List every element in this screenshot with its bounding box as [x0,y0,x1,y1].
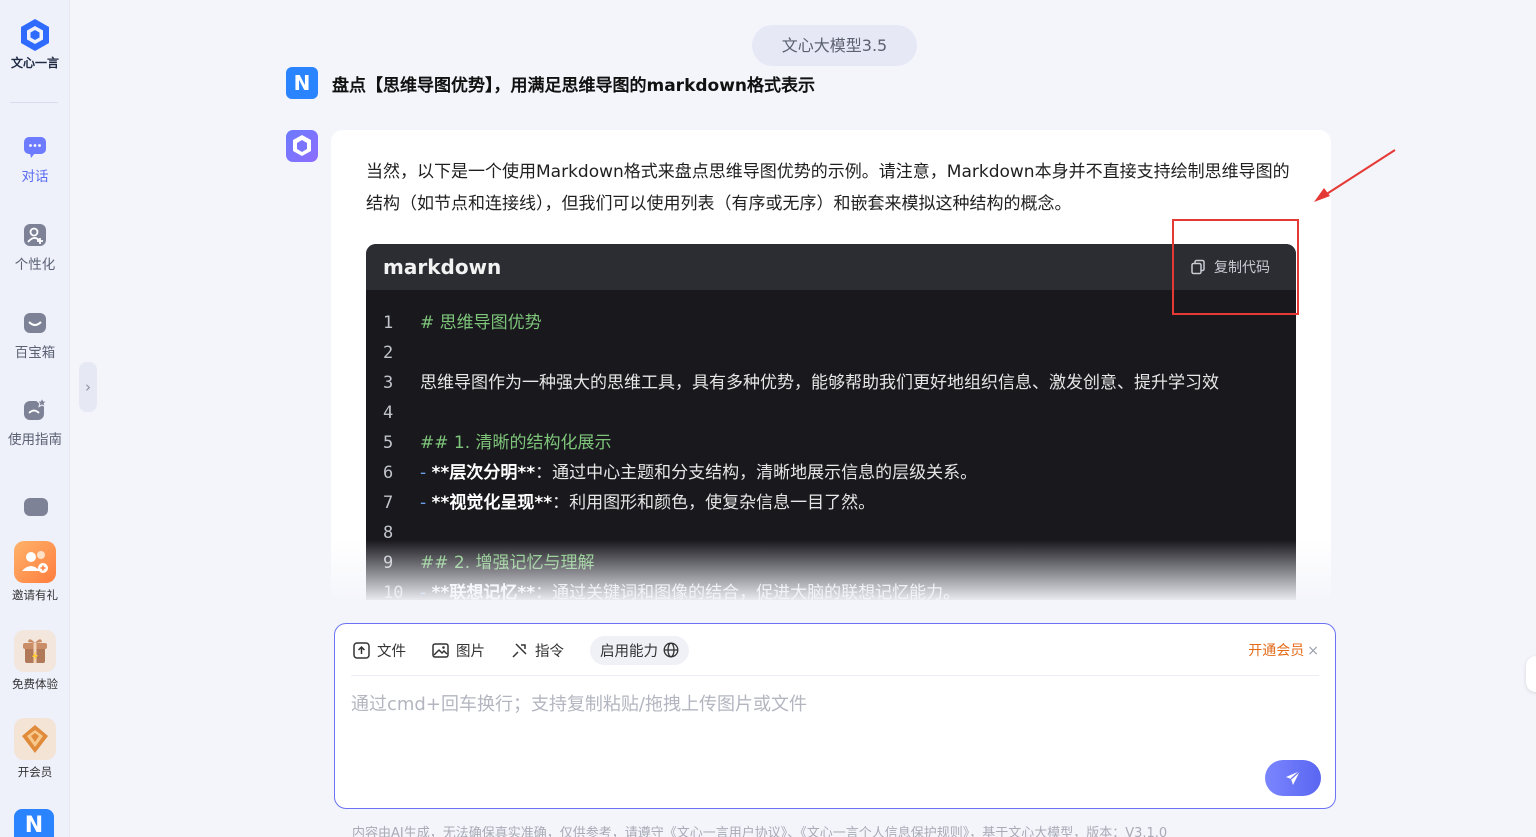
app-placeholder-icon [23,496,48,520]
code-list-dash: - [420,493,432,513]
annotation-highlight-box [1172,219,1299,315]
code-line-text: # 思维导图优势 [420,313,542,333]
image-icon [432,642,449,658]
guide-icon [23,396,48,422]
upload-image-button[interactable]: 图片 [432,640,485,661]
code-line-number: 3 [383,373,394,393]
logo-icon [19,18,51,52]
chat-input-box: 文件 图片 指令 启用能力 开通会员 × 通过cmd+回车换行；支持复制粘贴/拖… [334,623,1336,809]
code-line-text: 思维导图作为一种强大的思维工具，具有多种优势，能够帮助我们更好地组织信息、激发创… [420,373,1219,393]
code-line: 1 # 思维导图优势 [366,308,1296,338]
code-list-dash: - [420,463,432,483]
sidebar-item-toolbox[interactable]: 百宝箱 [0,311,70,361]
sidebar-item-label: 个性化 [14,257,56,273]
upload-file-icon [353,641,370,659]
sidebar-item-more[interactable] [0,496,70,520]
person-icon [23,223,47,247]
code-line-number: 1 [383,313,394,333]
scroll-handle[interactable] [1526,656,1536,692]
code-bold-term: **层次分明** [431,463,536,483]
sidebar-item-label: 对话 [21,169,49,185]
user-message: 盘点【思维导图优势】，用满足思维导图的markdown格式表示 [332,75,816,96]
footer-disclaimer: 内容由AI生成，无法确保真实准确，仅供参考，请遵守《文心一言用户协议》、《文心一… [352,826,1168,837]
app-logo[interactable]: 文心一言 [0,18,70,71]
code-line-text: - **视觉化呈现**：利用图形和颜色，使复杂信息一目了然。 [420,488,875,518]
send-button[interactable] [1265,760,1321,796]
assistant-answer-text: 当然，以下是一个使用Markdown格式来盘点思维导图优势的示例。请注意，Mar… [366,162,1290,214]
code-line-number: 6 [383,463,394,483]
command-icon [512,642,527,658]
promo-label: 免费体验 [12,677,58,691]
chat-icon [23,135,47,159]
sidebar-divider [10,102,58,103]
tool-label: 图片 [456,643,485,660]
vip-diamond-icon [14,718,56,760]
code-line-text: ## 1. 清晰的结构化展示 [420,433,612,453]
sidebar-item-chat[interactable]: 对话 [0,135,70,185]
tool-label: 指令 [535,643,564,660]
sidebar: 文心一言 对话 个性化 百宝箱 使用指南 邀请有礼 免费体验 开会员 N [0,0,70,837]
code-line-rest: ：利用图形和颜色，使复杂信息一目了然。 [552,493,876,513]
upload-file-button[interactable]: 文件 [353,640,406,661]
sidebar-collapse-toggle[interactable]: › [79,362,97,412]
code-line: 6 - **层次分明**：通过中心主题和分支结构，清晰地展示信息的层级关系。 [366,458,1296,488]
user-message-row: N 盘点【思维导图优势】，用满足思维导图的markdown格式表示 [286,67,816,99]
code-line-number: 5 [383,433,394,453]
code-line-number: 4 [383,403,394,423]
assistant-avatar-icon [286,130,318,162]
sidebar-item-label: 使用指南 [8,432,62,448]
logo-text: 文心一言 [10,56,59,70]
gift-icon [14,630,56,672]
invite-icon [14,541,56,583]
model-selector[interactable]: 文心大模型3.5 [752,25,917,66]
code-line: 3 思维导图作为一种强大的思维工具，具有多种优势，能够帮助我们更好地组织信息、激发… [366,368,1296,398]
assistant-answer-card: 当然，以下是一个使用Markdown格式来盘点思维导图优势的示例。请注意，Mar… [331,130,1331,600]
sidebar-item-guide[interactable]: 使用指南 [0,396,70,448]
vip-close-icon[interactable]: × [1307,643,1319,659]
user-avatar: N [286,67,318,99]
open-vip-link[interactable]: 开通会员 × [1248,640,1319,660]
code-line: 7 - **视觉化呈现**：利用图形和颜色，使复杂信息一目了然。 [366,488,1296,518]
code-block-header: markdown 复制代码 [366,244,1296,290]
promo-label: 开会员 [17,765,53,779]
sidebar-item-label: 百宝箱 [14,345,56,361]
enable-ability-button[interactable]: 启用能力 [590,635,689,665]
command-button[interactable]: 指令 [511,640,564,661]
code-line-text: - **层次分明**：通过中心主题和分支结构，清晰地展示信息的层级关系。 [420,458,977,488]
code-line: 4 [366,398,1296,428]
tool-label: 文件 [377,643,406,660]
code-line-number: 2 [383,343,394,363]
code-line-number: 7 [383,493,394,513]
globe-icon [663,642,679,658]
chat-input-placeholder[interactable]: 通过cmd+回车换行；支持复制粘贴/拖拽上传图片或文件 [351,690,807,716]
code-language-label: markdown [383,255,502,279]
user-avatar-badge[interactable]: N [14,809,54,837]
send-icon [1286,770,1301,785]
ability-label: 启用能力 [600,643,658,660]
input-toolbar: 文件 图片 指令 启用能力 [353,634,1317,666]
code-line: 2 [366,338,1296,368]
toolbox-icon [23,311,47,335]
code-line-rest: ：通过中心主题和分支结构，清晰地展示信息的层级关系。 [535,463,978,483]
toolbar-divider [351,675,1319,676]
code-line: 5 ## 1. 清晰的结构化展示 [366,428,1296,458]
sidebar-promo-invite[interactable]: 邀请有礼 [0,541,70,603]
scroll-fade-overlay [331,540,1331,600]
promo-label: 邀请有礼 [12,588,58,602]
annotation-arrow-icon [1314,149,1396,202]
vip-label: 开通会员 [1248,643,1305,659]
sidebar-promo-vip[interactable]: 开会员 [0,718,70,780]
sidebar-promo-trial[interactable]: 免费体验 [0,630,70,692]
code-bold-term: **视觉化呈现** [431,493,553,513]
sidebar-item-personalize[interactable]: 个性化 [0,223,70,273]
